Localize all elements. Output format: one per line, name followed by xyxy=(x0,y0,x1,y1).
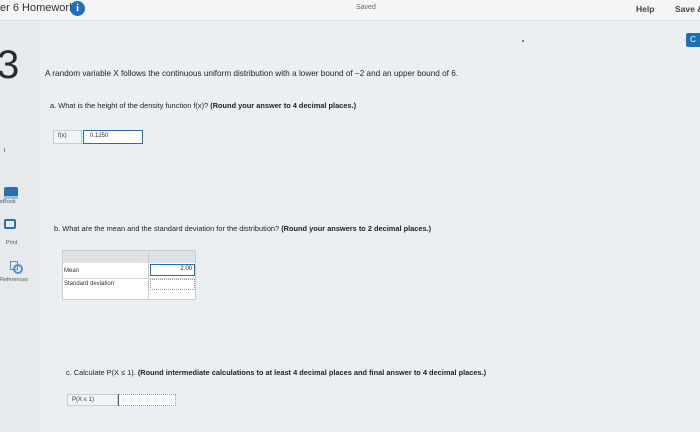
question-number: 3 xyxy=(0,43,20,87)
part-c-instruction: (Round intermediate calculations to at l… xyxy=(137,368,487,377)
part-b-question: b. What are the mean and the standard de… xyxy=(54,224,431,233)
table-divider xyxy=(148,251,149,299)
references-icon-overlay xyxy=(13,264,23,274)
sidebar-item-ebook[interactable]: eBook xyxy=(0,199,16,205)
mean-answer-input[interactable]: 2.00 xyxy=(150,264,195,276)
sidebar-item-print[interactable]: Print xyxy=(6,240,17,246)
answer-table: Mean 2.00 Standard deviation xyxy=(62,250,196,300)
question-prompt: A random variable X follows the continuo… xyxy=(45,69,459,78)
sidebar-tick xyxy=(4,148,5,152)
question-content: A random variable X follows the continuo… xyxy=(40,21,686,432)
calculator-button[interactable]: C xyxy=(686,33,700,47)
saved-status: Saved xyxy=(356,4,376,11)
probability-answer-input[interactable] xyxy=(118,394,176,406)
part-a-instruction: (Round your answer to 4 decimal places.) xyxy=(210,101,357,110)
probability-label: P(X ≤ 1) xyxy=(67,394,118,406)
mean-label: Mean xyxy=(64,268,80,274)
part-a-question: a. What is the height of the density fun… xyxy=(50,101,356,110)
table-header xyxy=(63,251,195,263)
assignment-title: er 6 Homework xyxy=(0,2,75,14)
part-a-text: a. What is the height of the density fun… xyxy=(50,101,209,110)
help-button[interactable]: Help xyxy=(636,4,654,14)
part-b-instruction: (Round your answers to 2 decimal places.… xyxy=(281,224,432,233)
sidebar-item-references[interactable]: References xyxy=(0,277,28,283)
top-bar: er 6 Homework i Saved Help Save & xyxy=(0,0,700,21)
ebook-icon[interactable] xyxy=(4,187,18,199)
std-dev-answer-input[interactable] xyxy=(150,279,195,290)
save-exit-button[interactable]: Save & xyxy=(675,4,700,14)
print-icon[interactable] xyxy=(4,219,16,229)
fx-answer-input[interactable]: 0.1250 xyxy=(83,130,143,144)
part-c-question: c. Calculate P(X ≤ 1). (Round intermedia… xyxy=(66,368,486,377)
sidebar: 3 eBook Print References xyxy=(0,21,40,432)
info-icon[interactable]: i xyxy=(70,1,85,16)
part-b-text: b. What are the mean and the standard de… xyxy=(54,224,280,233)
fx-label: f(x) xyxy=(53,130,82,144)
part-c-text: c. Calculate P(X ≤ 1). xyxy=(66,368,136,377)
std-dev-label: Standard deviation xyxy=(64,281,115,287)
